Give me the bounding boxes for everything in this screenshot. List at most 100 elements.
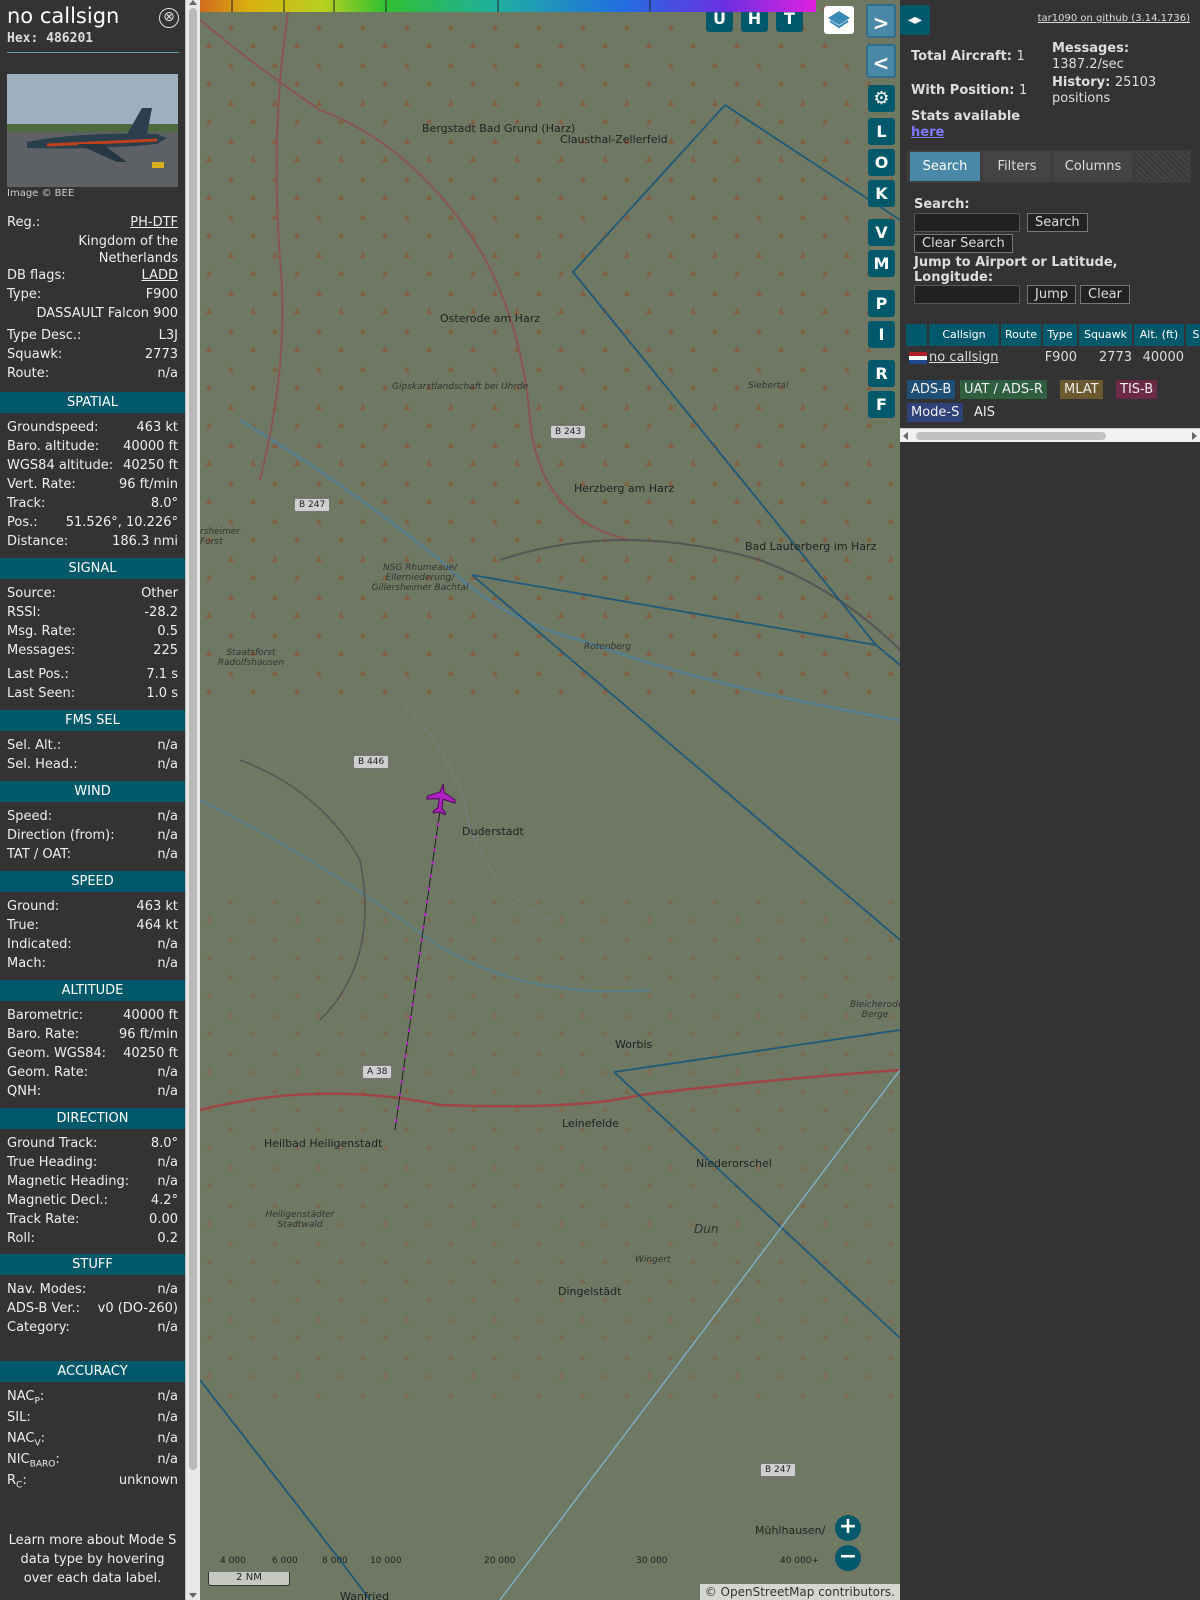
layers-icon[interactable] — [824, 6, 854, 34]
scrollbar-thumb[interactable] — [189, 8, 197, 1470]
scroll-up-icon[interactable] — [189, 0, 197, 5]
clear-jump-button[interactable]: Clear — [1080, 285, 1130, 304]
info-label[interactable]: Indicated: — [7, 937, 72, 952]
map-toggle-k-button[interactable]: K — [868, 180, 895, 207]
close-icon[interactable]: ⊗ — [159, 8, 179, 28]
info-link-value[interactable]: LADD — [142, 268, 178, 283]
info-label[interactable]: Messages: — [7, 643, 75, 658]
map-toggle-o-button[interactable]: O — [868, 149, 895, 176]
table-header-speed[interactable]: S — [1186, 324, 1200, 346]
info-label[interactable]: Distance: — [7, 534, 68, 549]
stats-here-link[interactable]: here — [911, 125, 1020, 141]
search-input[interactable] — [914, 213, 1020, 232]
info-label[interactable]: Roll: — [7, 1231, 35, 1246]
info-label[interactable]: Direction (from): — [7, 828, 115, 843]
info-label[interactable]: Magnetic Decl.: — [7, 1193, 108, 1208]
info-label[interactable]: True Heading: — [7, 1155, 97, 1170]
info-label[interactable]: NACP: — [7, 1389, 44, 1407]
info-link-value[interactable]: PH-DTF — [130, 215, 178, 230]
info-label[interactable]: Source: — [7, 586, 56, 601]
table-horizontal-scrollbar[interactable] — [900, 428, 1200, 442]
zoom-in-button[interactable]: + — [835, 1515, 861, 1541]
scroll-left-icon[interactable] — [903, 432, 908, 440]
info-label[interactable]: Baro. altitude: — [7, 439, 99, 454]
info-label[interactable]: Speed: — [7, 809, 52, 824]
left-panel-scrollbar[interactable] — [185, 0, 200, 1600]
info-label[interactable]: QNH: — [7, 1084, 41, 1099]
info-label[interactable]: Magnetic Heading: — [7, 1174, 129, 1189]
map-toggle-p-button[interactable]: P — [868, 290, 895, 317]
tab-filters[interactable]: Filters — [983, 152, 1051, 181]
info-label[interactable]: Groundspeed: — [7, 420, 98, 435]
tab-more[interactable] — [1135, 152, 1189, 181]
next-aircraft-button[interactable]: > — [866, 4, 896, 38]
info-label[interactable]: Geom. Rate: — [7, 1065, 88, 1080]
info-label[interactable]: SIL: — [7, 1410, 31, 1425]
previous-aircraft-button[interactable]: < — [866, 44, 896, 78]
jump-button[interactable]: Jump — [1027, 285, 1076, 304]
info-value: 40000 ft — [123, 1008, 178, 1023]
table-cell-callsign[interactable]: no callsign — [929, 348, 999, 368]
info-label[interactable]: Msg. Rate: — [7, 624, 76, 639]
table-header-route[interactable]: Route — [1001, 324, 1041, 346]
toggle-sidebar-icon[interactable]: ◂▸ — [900, 5, 930, 35]
tab-columns[interactable]: Columns — [1054, 152, 1132, 181]
map-toggle-v-button[interactable]: V — [868, 219, 895, 246]
info-label[interactable]: NICBARO: — [7, 1452, 60, 1470]
table-header-type[interactable]: Type — [1043, 324, 1077, 346]
info-label[interactable]: WGS84 altitude: — [7, 458, 113, 473]
zoom-out-button[interactable]: − — [835, 1545, 861, 1571]
info-label[interactable]: True: — [7, 918, 39, 933]
info-label[interactable]: RSSI: — [7, 605, 41, 620]
info-label[interactable]: ADS-B Ver.: — [7, 1301, 80, 1316]
table-header-callsign[interactable]: Callsign — [929, 324, 999, 346]
info-value: 0.5 — [157, 624, 178, 639]
info-label[interactable]: Last Seen: — [7, 686, 75, 701]
info-label[interactable]: Barometric: — [7, 1008, 83, 1023]
clear-search-button[interactable]: Clear Search — [914, 234, 1013, 253]
info-label[interactable]: Ground: — [7, 899, 59, 914]
info-label[interactable]: Sel. Alt.: — [7, 738, 61, 753]
info-label[interactable]: Pos.: — [7, 515, 38, 530]
info-label[interactable]: NACV: — [7, 1431, 45, 1449]
road-shield: B 446 — [353, 755, 390, 769]
map-place-label: Clausthal-Zellerfeld — [560, 133, 668, 146]
map-toggle-r-button[interactable]: R — [868, 360, 895, 387]
github-link[interactable]: tar1090 on github (3.14.1736) — [1038, 13, 1190, 24]
aircraft-photo[interactable] — [7, 74, 178, 187]
search-button[interactable]: Search — [1027, 213, 1088, 232]
settings-gear-icon[interactable]: ⚙ — [868, 85, 895, 112]
info-label[interactable]: Last Pos.: — [7, 667, 69, 682]
table-header-altitude[interactable]: Alt. (ft) — [1134, 324, 1184, 346]
info-label[interactable]: TAT / OAT: — [7, 847, 71, 862]
jump-input[interactable] — [914, 285, 1020, 304]
info-label[interactable]: Track Rate: — [7, 1212, 79, 1227]
info-label[interactable]: Category: — [7, 1320, 70, 1335]
info-label[interactable]: Nav. Modes: — [7, 1282, 86, 1297]
map-toggle-i-button[interactable]: I — [868, 321, 895, 348]
info-value: n/a — [157, 1065, 178, 1080]
info-label[interactable]: Geom. WGS84: — [7, 1046, 106, 1061]
info-value: n/a — [157, 1084, 178, 1099]
scrollbar-thumb[interactable] — [916, 432, 1106, 440]
info-row: Pos.: 51.526°, 10.226° — [7, 515, 178, 534]
info-label[interactable]: Vert. Rate: — [7, 477, 76, 492]
info-label[interactable]: Sel. Head.: — [7, 757, 78, 772]
table-header-squawk[interactable]: Squawk — [1079, 324, 1132, 346]
map-view[interactable]: Bergstadt Bad Grund (Harz) Clausthal-Zel… — [200, 0, 900, 1600]
info-label-text: True Heading: — [7, 1155, 98, 1170]
map-attribution[interactable]: © OpenStreetMap contributors. — [699, 1584, 900, 1600]
tab-search[interactable]: Search — [910, 152, 980, 181]
info-label[interactable]: Ground Track: — [7, 1136, 97, 1151]
scroll-right-icon[interactable] — [1192, 432, 1197, 440]
info-value-continued: Netherlands — [98, 251, 178, 266]
scroll-down-icon[interactable] — [189, 1593, 197, 1598]
info-label[interactable]: Baro. Rate: — [7, 1027, 79, 1042]
info-label[interactable]: RC: — [7, 1473, 27, 1491]
map-toggle-l-button[interactable]: L — [868, 118, 895, 145]
info-label[interactable]: Mach: — [7, 956, 46, 971]
info-label-text: Ground Track: — [7, 1136, 98, 1151]
map-toggle-f-button[interactable]: F — [868, 391, 895, 418]
map-toggle-m-button[interactable]: M — [868, 250, 895, 277]
info-label[interactable]: Track: — [7, 496, 45, 511]
